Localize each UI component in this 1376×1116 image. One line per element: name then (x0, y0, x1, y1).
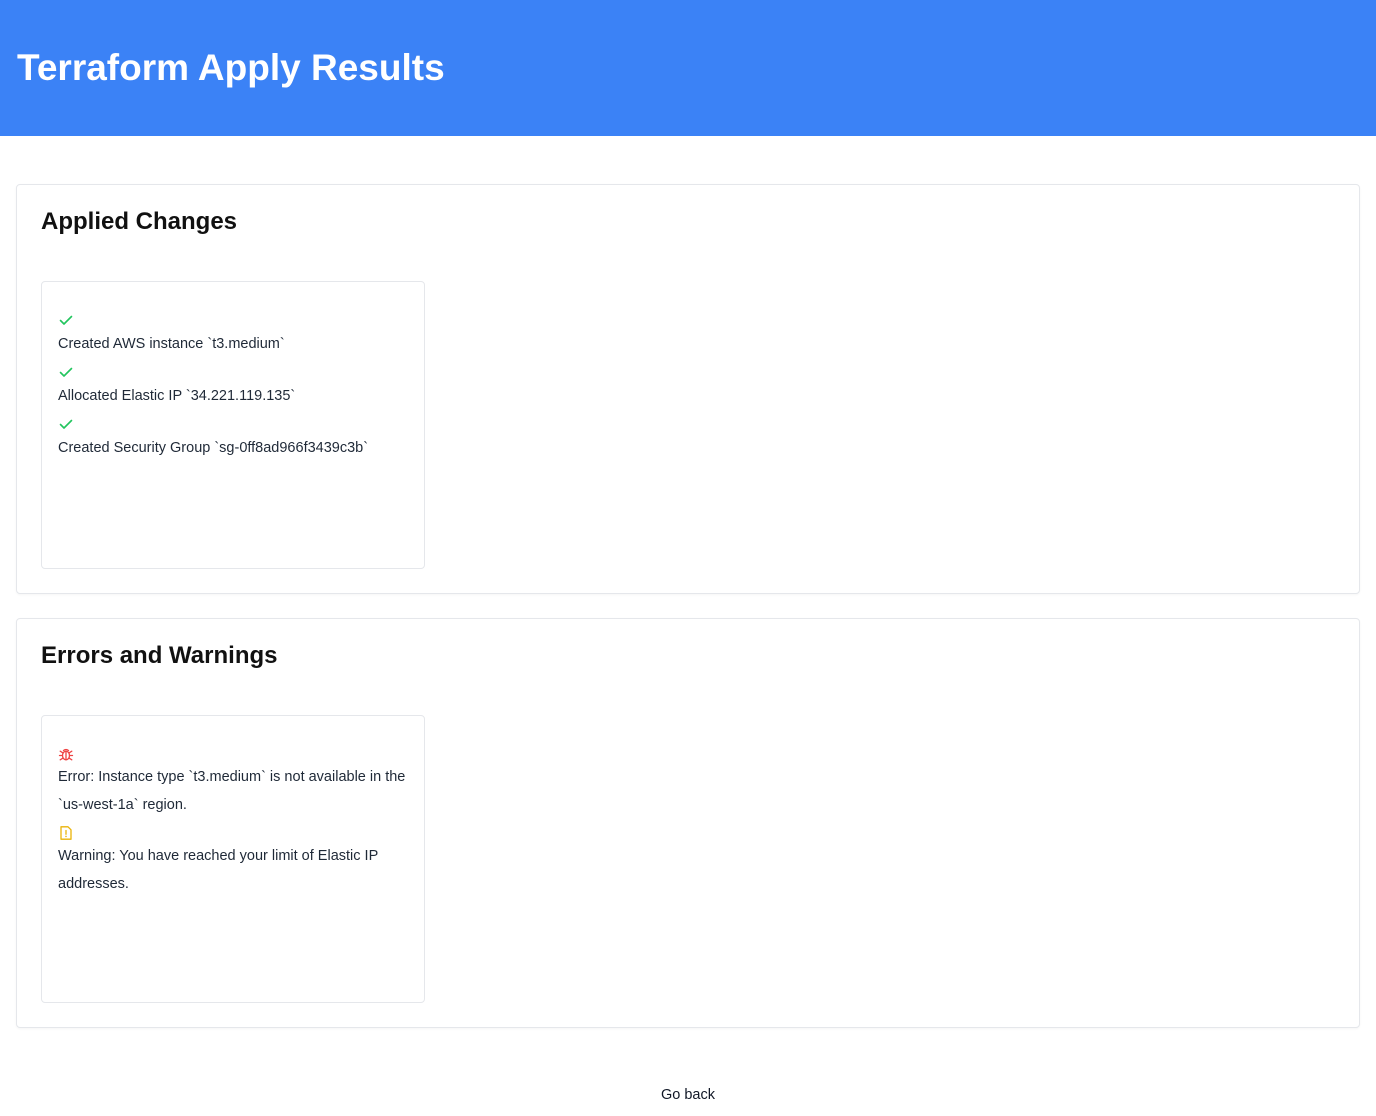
applied-change-text: Allocated Elastic IP `34.221.119.135` (58, 388, 296, 404)
applied-change-item: Created Security Group `sg-0ff8ad966f343… (58, 416, 408, 462)
page-title: Terraform Apply Results (17, 47, 445, 88)
check-icon (59, 419, 73, 429)
errors-warnings-title: Errors and Warnings (41, 642, 278, 669)
page-header: Terraform Apply Results (0, 0, 1376, 136)
applied-changes-card: Created AWS instance `t3.medium` Allocat… (41, 281, 425, 569)
applied-changes-title: Applied Changes (41, 208, 238, 235)
warning-text: Warning: You have reached your limit of … (58, 848, 378, 892)
errors-warnings-section: Errors and Warnings Error: Instance type… (16, 618, 1360, 1028)
check-icon (59, 315, 73, 325)
warning-file-icon (60, 826, 72, 840)
applied-change-item: Created AWS instance `t3.medium` (58, 312, 408, 358)
check-icon (59, 367, 73, 377)
applied-change-item: Allocated Elastic IP `34.221.119.135` (58, 364, 408, 410)
error-text: Error: Instance type `t3.medium` is not … (58, 769, 406, 813)
go-back-container: Go back (0, 1085, 1376, 1105)
go-back-link[interactable]: Go back (661, 1087, 715, 1103)
error-item: Error: Instance type `t3.medium` is not … (58, 746, 408, 819)
applied-changes-section: Applied Changes Created AWS instance `t3… (16, 184, 1360, 594)
applied-change-text: Created Security Group `sg-0ff8ad966f343… (58, 440, 369, 456)
applied-change-text: Created AWS instance `t3.medium` (58, 336, 285, 352)
warning-item: Warning: You have reached your limit of … (58, 825, 408, 898)
bug-icon (58, 748, 74, 761)
errors-warnings-card: Error: Instance type `t3.medium` is not … (41, 715, 425, 1003)
